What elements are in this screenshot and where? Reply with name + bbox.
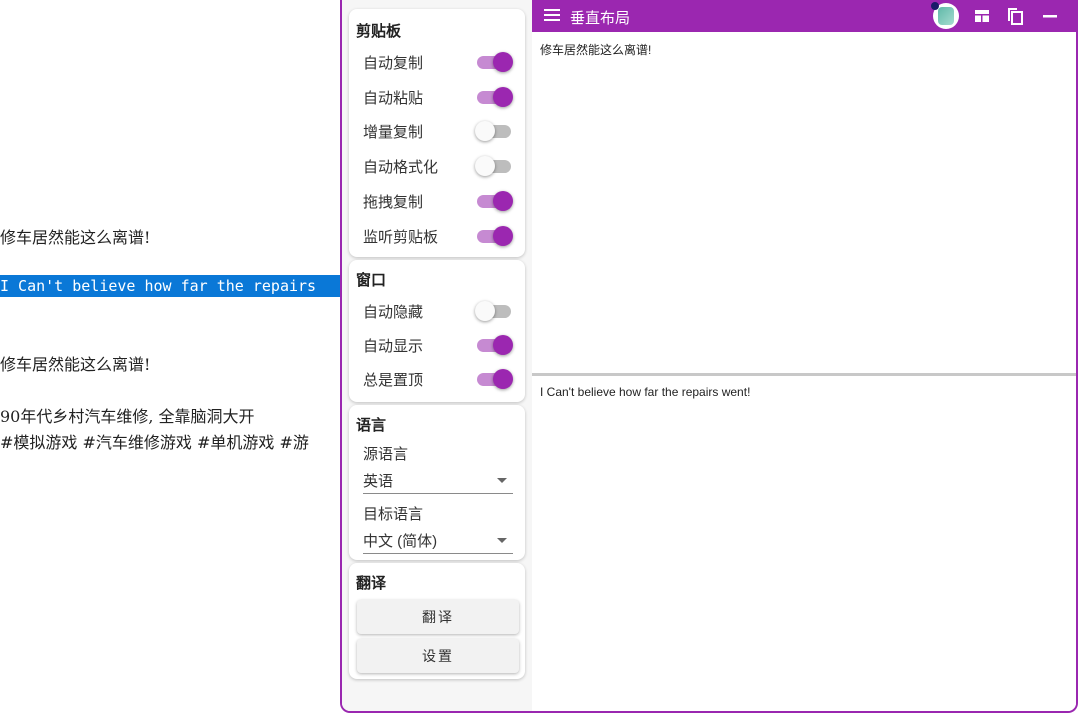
window-card: 窗口 自动隐藏 自动显示 总是置顶 [349, 260, 525, 402]
clipboard-title: 剪贴板 [356, 23, 402, 40]
clipboard-card: 剪贴板 自动复制 自动粘贴 增量复制 自动格式化 拖拽复制 监听剪贴板 [349, 9, 525, 257]
translator-window: 剪贴板 自动复制 自动粘贴 增量复制 自动格式化 拖拽复制 监听剪贴板 窗口 自… [340, 0, 1078, 713]
toggle-label: 自动格式化 [363, 158, 439, 176]
toggle-label: 拖拽复制 [363, 193, 424, 211]
auto-hide-switch[interactable] [475, 300, 513, 322]
layout-title: 垂直布局 [570, 10, 631, 27]
drag-copy-switch[interactable] [475, 190, 513, 212]
dropdown-caret-icon [497, 537, 507, 543]
toggle-label: 自动隐藏 [363, 303, 424, 321]
target-language-value: 中文 (简体) [363, 532, 438, 550]
toggle-row-incremental-copy[interactable]: 增量复制 [363, 116, 513, 146]
always-on-top-switch[interactable] [475, 368, 513, 390]
source-text: 修车居然能这么离谱! [540, 43, 652, 57]
avatar-icon[interactable] [931, 2, 959, 29]
translate-title: 翻译 [356, 575, 387, 592]
toggle-label: 监听剪贴板 [363, 228, 439, 246]
copy-icon[interactable] [1006, 6, 1024, 26]
source-language-select[interactable]: 英语 [363, 467, 513, 494]
window-title: 窗口 [356, 272, 387, 289]
background-text-line: #模拟游戏 #汽车维修游戏 #单机游戏 #游 [0, 433, 309, 452]
language-title: 语言 [356, 417, 387, 434]
toggle-row-always-on-top[interactable]: 总是置顶 [363, 364, 513, 394]
monitor-clipboard-switch[interactable] [475, 225, 513, 247]
toggle-row-auto-copy[interactable]: 自动复制 [363, 47, 513, 77]
toggle-label: 自动显示 [363, 337, 424, 355]
settings-panel: 剪贴板 自动复制 自动粘贴 增量复制 自动格式化 拖拽复制 监听剪贴板 窗口 自… [342, 0, 533, 711]
source-language-label: 源语言 [363, 446, 409, 463]
target-language-label: 目标语言 [363, 506, 424, 523]
background-text-line: 90年代乡村汽车维修, 全靠脑洞大开 [0, 407, 255, 426]
incremental-copy-switch[interactable] [475, 120, 513, 142]
auto-paste-switch[interactable] [475, 86, 513, 108]
source-text-area[interactable]: 修车居然能这么离谱! [532, 32, 1076, 373]
toggle-row-auto-show[interactable]: 自动显示 [363, 330, 513, 360]
auto-format-switch[interactable] [475, 155, 513, 177]
toggle-row-auto-paste[interactable]: 自动粘贴 [363, 82, 513, 112]
minimize-icon[interactable] [1042, 8, 1058, 24]
toggle-row-drag-copy[interactable]: 拖拽复制 [363, 186, 513, 216]
layout-icon[interactable] [974, 8, 990, 24]
target-text-area[interactable]: I Can't believe how far the repairs went… [532, 376, 1076, 711]
toggle-row-auto-hide[interactable]: 自动隐藏 [363, 296, 513, 326]
toggle-label: 总是置顶 [363, 371, 424, 389]
settings-button[interactable]: 设置 [357, 639, 519, 673]
background-text-line: 修车居然能这么离谱! [0, 355, 151, 374]
auto-show-switch[interactable] [475, 334, 513, 356]
auto-copy-switch[interactable] [475, 51, 513, 73]
translate-button[interactable]: 翻译 [357, 600, 519, 634]
source-language-value: 英语 [363, 472, 394, 490]
toggle-label: 自动粘贴 [363, 89, 424, 107]
toggle-row-auto-format[interactable]: 自动格式化 [363, 151, 513, 181]
menu-icon[interactable] [544, 9, 560, 21]
background-text-line: 修车居然能这么离谱! [0, 228, 151, 247]
toggle-row-monitor-clipboard[interactable]: 监听剪贴板 [363, 221, 513, 251]
dropdown-caret-icon [497, 477, 507, 483]
target-language-select[interactable]: 中文 (简体) [363, 527, 513, 554]
title-bar: 垂直布局 [532, 0, 1076, 32]
toggle-label: 自动复制 [363, 54, 424, 72]
background-selected-text: I Can't believe how far the repairs [0, 275, 340, 297]
translate-card: 翻译 翻译 设置 [349, 563, 525, 679]
toggle-label: 增量复制 [363, 123, 424, 141]
target-text: I Can't believe how far the repairs went… [540, 385, 751, 399]
language-card: 语言 源语言 英语 目标语言 中文 (简体) [349, 405, 525, 560]
